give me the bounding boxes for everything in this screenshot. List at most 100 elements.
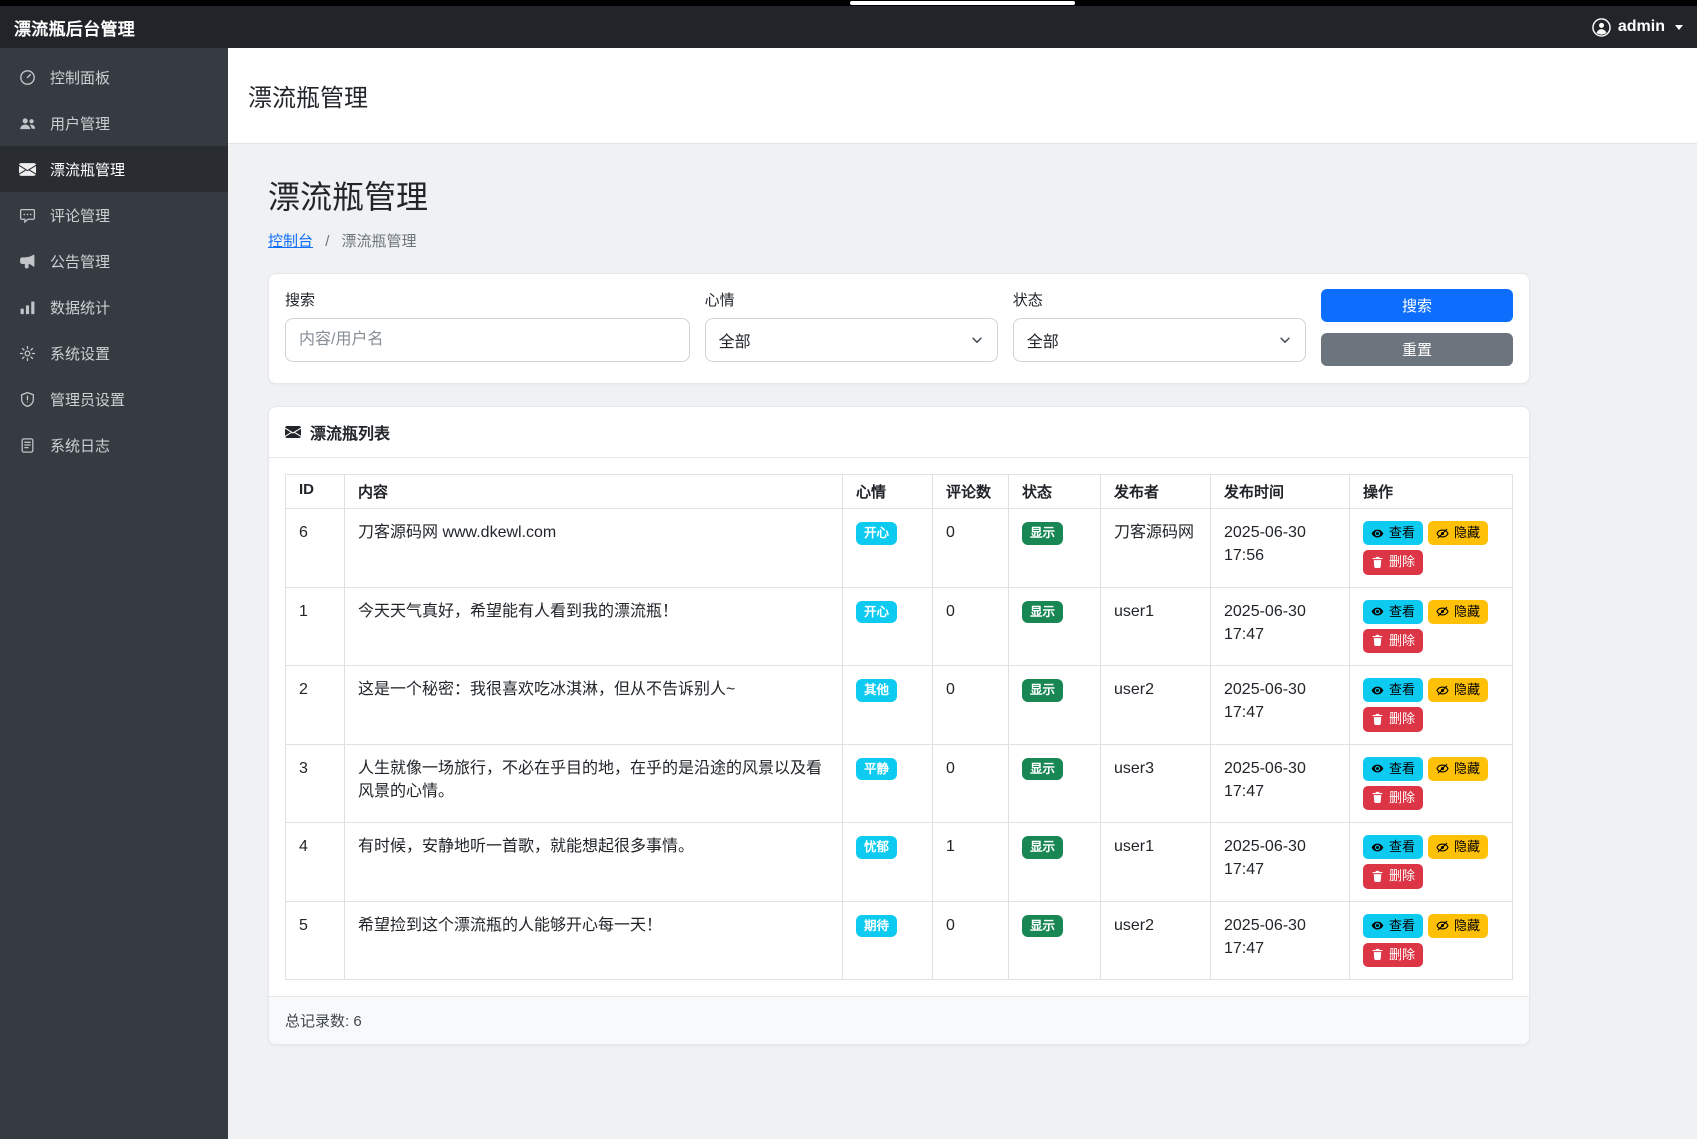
chevron-down-icon [1278, 333, 1292, 347]
cell-time: 2025-06-30 17:56 [1211, 509, 1350, 588]
action-label: 查看 [1389, 604, 1415, 620]
sidebar-item-label: 评论管理 [50, 205, 110, 226]
column-header: 状态 [1009, 475, 1101, 509]
hide-button[interactable]: 隐藏 [1428, 835, 1488, 859]
cell-comments: 0 [933, 587, 1009, 666]
trash-icon [1371, 713, 1384, 726]
sidebar-item-gear[interactable]: 系统设置 [0, 330, 228, 376]
eye-slash-icon [1436, 605, 1449, 618]
cell-id: 4 [286, 823, 345, 902]
hide-button[interactable]: 隐藏 [1428, 757, 1488, 781]
sidebar-item-envelope[interactable]: 漂流瓶管理 [0, 146, 228, 192]
sidebar-item-megaphone[interactable]: 公告管理 [0, 238, 228, 284]
view-button[interactable]: 查看 [1363, 600, 1423, 624]
sidebar-item-users[interactable]: 用户管理 [0, 100, 228, 146]
breadcrumb-link-console[interactable]: 控制台 [268, 233, 313, 250]
caret-down-icon [1675, 25, 1683, 30]
view-button[interactable]: 查看 [1363, 835, 1423, 859]
shield-icon [19, 391, 36, 408]
list-card: 漂流瓶列表 ID内容心情评论数状态发布者发布时间操作 6刀客源码网 www.dk… [268, 406, 1530, 1045]
cell-actions: 查看隐藏删除 [1350, 587, 1513, 666]
main-content: 漂流瓶管理 漂流瓶管理 控制台 / 漂流瓶管理 搜索 心情 [228, 48, 1697, 1139]
sidebar-item-comment[interactable]: 评论管理 [0, 192, 228, 238]
row-actions: 查看 隐藏删除 [1363, 521, 1499, 575]
hide-button[interactable]: 隐藏 [1428, 914, 1488, 938]
view-button[interactable]: 查看 [1363, 757, 1423, 781]
cell-status: 显示 [1009, 509, 1101, 588]
hide-button[interactable]: 隐藏 [1428, 600, 1488, 624]
cell-mood: 其他 [843, 666, 933, 745]
cell-time: 2025-06-30 17:47 [1211, 587, 1350, 666]
sidebar-item-journal[interactable]: 系统日志 [0, 422, 228, 468]
action-label: 删除 [1389, 868, 1415, 884]
list-card-header: 漂流瓶列表 [269, 407, 1529, 458]
mood-badge: 忧郁 [856, 836, 897, 859]
eye-icon [1371, 919, 1384, 932]
mood-badge: 开心 [856, 601, 897, 624]
search-field: 搜索 [285, 289, 690, 362]
chart-icon [19, 299, 36, 316]
delete-button[interactable]: 删除 [1363, 707, 1423, 731]
action-label: 隐藏 [1454, 839, 1480, 855]
action-label: 删除 [1389, 711, 1415, 727]
cell-time: 2025-06-30 17:47 [1211, 744, 1350, 823]
cell-id: 1 [286, 587, 345, 666]
view-button[interactable]: 查看 [1363, 521, 1423, 545]
status-field: 状态 全部 [1013, 289, 1306, 362]
sidebar-item-label: 漂流瓶管理 [50, 159, 125, 180]
dashboard-icon [19, 69, 36, 86]
sidebar-item-dashboard[interactable]: 控制面板 [0, 54, 228, 100]
eye-icon [1371, 684, 1384, 697]
user-menu[interactable]: admin [1592, 18, 1683, 37]
mood-select[interactable]: 全部 [705, 318, 998, 362]
breadcrumb-separator: / [325, 233, 329, 250]
search-input[interactable] [285, 318, 690, 362]
sidebar-item-shield[interactable]: 管理员设置 [0, 376, 228, 422]
view-button[interactable]: 查看 [1363, 678, 1423, 702]
search-button[interactable]: 搜索 [1321, 289, 1513, 322]
reset-button[interactable]: 重置 [1321, 333, 1513, 366]
table-row: 2这是一个秘密：我很喜欢吃冰淇淋，但从不告诉别人~其他0显示user22025-… [286, 666, 1513, 745]
delete-button[interactable]: 删除 [1363, 550, 1423, 574]
mood-badge: 其他 [856, 679, 897, 702]
sidebar-item-label: 系统日志 [50, 435, 110, 456]
cell-mood: 忧郁 [843, 823, 933, 902]
status-select[interactable]: 全部 [1013, 318, 1306, 362]
table-body: 6刀客源码网 www.dkewl.com开心0显示刀客源码网2025-06-30… [286, 509, 1513, 980]
mood-badge: 开心 [856, 522, 897, 545]
action-label: 隐藏 [1454, 761, 1480, 777]
status-badge: 显示 [1022, 522, 1063, 545]
cell-time: 2025-06-30 17:47 [1211, 823, 1350, 902]
column-header: 心情 [843, 475, 933, 509]
cell-comments: 0 [933, 901, 1009, 980]
delete-button[interactable]: 删除 [1363, 629, 1423, 653]
delete-button[interactable]: 删除 [1363, 943, 1423, 967]
delete-button[interactable]: 删除 [1363, 786, 1423, 810]
eye-icon [1371, 527, 1384, 540]
action-label: 隐藏 [1454, 525, 1480, 541]
cell-actions: 查看 隐藏删除 [1350, 744, 1513, 823]
trash-icon [1371, 870, 1384, 883]
search-label: 搜索 [285, 289, 690, 310]
hide-button[interactable]: 隐藏 [1428, 521, 1488, 545]
list-card-title: 漂流瓶列表 [310, 420, 390, 444]
eye-icon [1371, 605, 1384, 618]
eye-slash-icon [1436, 684, 1449, 697]
cell-id: 2 [286, 666, 345, 745]
hide-button[interactable]: 隐藏 [1428, 678, 1488, 702]
view-button[interactable]: 查看 [1363, 914, 1423, 938]
cell-time: 2025-06-30 17:47 [1211, 901, 1350, 980]
person-circle-icon [1592, 18, 1611, 37]
filter-buttons: 搜索 重置 [1321, 289, 1513, 366]
row-actions: 查看 隐藏删除 [1363, 757, 1499, 811]
mood-label: 心情 [705, 289, 998, 310]
sidebar-item-chart[interactable]: 数据统计 [0, 284, 228, 330]
page-title: 漂流瓶管理 [268, 172, 1530, 218]
cell-id: 3 [286, 744, 345, 823]
eye-slash-icon [1436, 527, 1449, 540]
delete-button[interactable]: 删除 [1363, 864, 1423, 888]
cell-actions: 查看 隐藏删除 [1350, 823, 1513, 902]
column-header: 发布时间 [1211, 475, 1350, 509]
cell-status: 显示 [1009, 587, 1101, 666]
journal-icon [19, 437, 36, 454]
